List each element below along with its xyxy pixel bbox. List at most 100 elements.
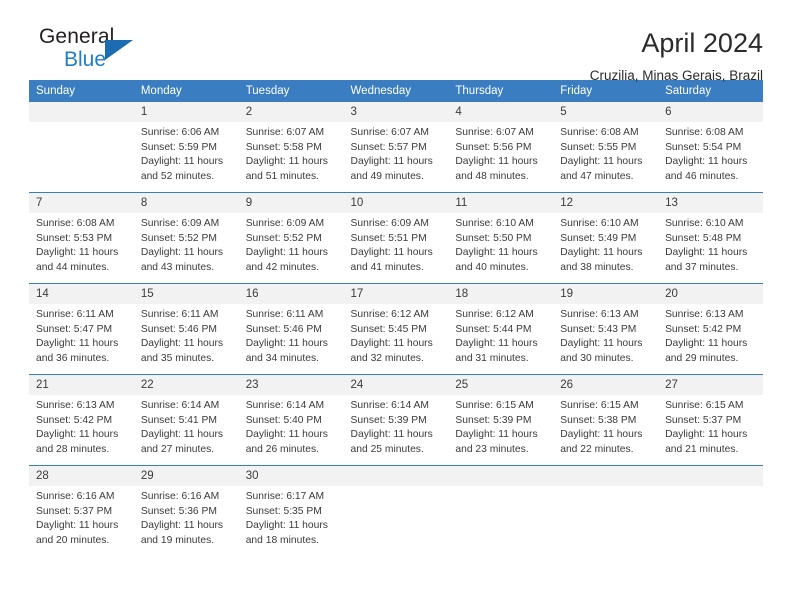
sunset-text: Sunset: 5:42 PM	[665, 323, 742, 335]
weekday-header-tuesday: Tuesday	[238, 80, 344, 102]
day-cell-inner	[553, 466, 659, 556]
day-details: Sunrise: 6:11 AM Sunset: 5:46 PM Daylight:…	[134, 304, 239, 366]
calendar-day-cell[interactable]: 10 Sunrise: 6:09 AM Sunset: 5:51 PM Dayligh…	[343, 192, 449, 284]
daylight-text-line1: Daylight: 11 hours	[455, 429, 538, 441]
sunrise-text: Sunrise: 6:12 AM	[350, 309, 429, 320]
sunrise-text: Sunrise: 6:11 AM	[36, 309, 114, 320]
day-number: 6	[658, 102, 763, 122]
sunrise-text: Sunrise: 6:10 AM	[560, 218, 639, 229]
calendar-day-cell[interactable]: 14 Sunrise: 6:11 AM Sunset: 5:47 PM Dayligh…	[29, 283, 134, 375]
sunrise-text: Sunrise: 6:07 AM	[245, 127, 325, 138]
day-details: Sunrise: 6:09 AM Sunset: 5:52 PM Daylight:…	[239, 213, 344, 275]
day-cell-inner: 5 Sunrise: 6:08 AM Sunset: 5:55 PM Daylight…	[553, 102, 659, 192]
sunrise-text: Sunrise: 6:14 AM	[245, 400, 325, 411]
calendar-day-cell[interactable]: 17 Sunrise: 6:12 AM Sunset: 5:45 PM Dayligh…	[343, 283, 449, 375]
calendar-day-cell[interactable]: 29 Sunrise: 6:16 AM Sunset: 5:36 PM Dayligh…	[133, 465, 239, 556]
calendar-day-cell[interactable]: 12 Sunrise: 6:10 AM Sunset: 5:49 PM Dayligh…	[553, 192, 659, 284]
daylight-text-line2: and 38 minutes.	[560, 261, 634, 273]
sunset-text: Sunset: 5:57 PM	[350, 141, 427, 153]
day-number: 2	[238, 102, 344, 122]
daylight-text-line1: Daylight: 11 hours	[245, 520, 328, 532]
sunrise-text: Sunrise: 6:17 AM	[245, 491, 325, 502]
day-details: Sunrise: 6:15 AM Sunset: 5:38 PM Daylight:…	[553, 395, 658, 457]
calendar-day-cell[interactable]: 21 Sunrise: 6:13 AM Sunset: 5:42 PM Dayligh…	[29, 374, 134, 466]
day-cell-inner: 10 Sunrise: 6:09 AM Sunset: 5:51 PM Dayligh…	[343, 193, 449, 283]
day-details: Sunrise: 6:12 AM Sunset: 5:44 PM Daylight:…	[448, 304, 553, 366]
calendar-day-cell[interactable]: 24 Sunrise: 6:14 AM Sunset: 5:39 PM Dayligh…	[343, 374, 449, 466]
daylight-text-line2: and 47 minutes.	[560, 170, 634, 182]
sunrise-text: Sunrise: 6:08 AM	[560, 127, 639, 138]
daylight-text-line1: Daylight: 11 hours	[560, 247, 643, 259]
day-cell-inner: 20 Sunrise: 6:13 AM Sunset: 5:42 PM Dayligh…	[658, 284, 763, 374]
calendar-day-cell[interactable]: 16 Sunrise: 6:11 AM Sunset: 5:46 PM Dayligh…	[238, 283, 344, 375]
sunset-text: Sunset: 5:47 PM	[36, 323, 113, 335]
calendar-day-cell[interactable]: 26 Sunrise: 6:15 AM Sunset: 5:38 PM Dayligh…	[553, 374, 659, 466]
sunrise-text: Sunrise: 6:16 AM	[140, 491, 220, 502]
calendar-day-cell[interactable]: 30 Sunrise: 6:17 AM Sunset: 5:35 PM Dayligh…	[238, 465, 344, 556]
calendar-day-cell[interactable]: 2 Sunrise: 6:07 AM Sunset: 5:58 PM Daylight…	[238, 102, 344, 193]
calendar-empty-cell	[553, 465, 659, 556]
sunset-text: Sunset: 5:56 PM	[455, 141, 532, 153]
sunrise-text: Sunrise: 6:11 AM	[140, 309, 219, 320]
weekday-header-monday: Monday	[133, 80, 239, 102]
sunset-text: Sunset: 5:52 PM	[140, 232, 217, 244]
day-cell-inner: 4 Sunrise: 6:07 AM Sunset: 5:56 PM Daylight…	[448, 102, 554, 192]
calendar-day-cell[interactable]: 23 Sunrise: 6:14 AM Sunset: 5:40 PM Dayligh…	[238, 374, 344, 466]
day-cell-inner: 13 Sunrise: 6:10 AM Sunset: 5:48 PM Dayligh…	[658, 193, 763, 283]
daylight-text-line1: Daylight: 11 hours	[665, 156, 748, 168]
calendar-day-cell[interactable]: 18 Sunrise: 6:12 AM Sunset: 5:44 PM Dayligh…	[448, 283, 554, 375]
calendar-day-cell[interactable]: 13 Sunrise: 6:10 AM Sunset: 5:48 PM Dayligh…	[658, 192, 763, 284]
calendar-day-cell[interactable]: 20 Sunrise: 6:13 AM Sunset: 5:42 PM Dayligh…	[658, 283, 763, 375]
day-number: 8	[133, 193, 239, 213]
daylight-text-line1: Daylight: 11 hours	[140, 429, 224, 441]
sunset-text: Sunset: 5:40 PM	[245, 414, 322, 426]
day-cell-inner: 12 Sunrise: 6:10 AM Sunset: 5:49 PM Dayligh…	[553, 193, 659, 283]
daylight-text-line2: and 37 minutes.	[665, 261, 739, 273]
calendar-day-cell[interactable]: 3 Sunrise: 6:07 AM Sunset: 5:57 PM Daylight…	[343, 102, 449, 193]
calendar-day-cell[interactable]: 5 Sunrise: 6:08 AM Sunset: 5:55 PM Daylight…	[553, 102, 659, 193]
calendar-day-cell[interactable]: 1 Sunrise: 6:06 AM Sunset: 5:59 PM Daylight…	[133, 102, 239, 193]
daylight-text-line1: Daylight: 11 hours	[140, 156, 224, 168]
sunrise-text: Sunrise: 6:15 AM	[665, 400, 744, 411]
sunset-text: Sunset: 5:46 PM	[245, 323, 322, 335]
sunrise-text: Sunrise: 6:14 AM	[350, 400, 429, 411]
daylight-text-line2: and 41 minutes.	[350, 261, 424, 273]
daylight-text-line2: and 23 minutes.	[455, 443, 529, 455]
calendar-day-cell[interactable]: 15 Sunrise: 6:11 AM Sunset: 5:46 PM Dayligh…	[133, 283, 239, 375]
calendar-day-cell[interactable]: 8 Sunrise: 6:09 AM Sunset: 5:52 PM Daylight…	[133, 192, 239, 284]
calendar-day-cell[interactable]: 9 Sunrise: 6:09 AM Sunset: 5:52 PM Daylight…	[238, 192, 344, 284]
daylight-text-line1: Daylight: 11 hours	[455, 338, 538, 350]
calendar-day-cell[interactable]: 27 Sunrise: 6:15 AM Sunset: 5:37 PM Dayligh…	[658, 374, 763, 466]
day-number: 12	[553, 193, 659, 213]
daylight-text-line2: and 43 minutes.	[140, 261, 215, 273]
calendar-day-cell[interactable]: 11 Sunrise: 6:10 AM Sunset: 5:50 PM Dayligh…	[448, 192, 554, 284]
brand-logo[interactable]: General Blue	[29, 26, 149, 78]
daylight-text-line2: and 35 minutes.	[140, 352, 215, 364]
calendar-day-cell[interactable]: 4 Sunrise: 6:07 AM Sunset: 5:56 PM Daylight…	[448, 102, 554, 193]
sunset-text: Sunset: 5:54 PM	[665, 141, 742, 153]
day-number: 10	[343, 193, 449, 213]
calendar-day-cell[interactable]: 22 Sunrise: 6:14 AM Sunset: 5:41 PM Dayligh…	[133, 374, 239, 466]
daylight-text-line1: Daylight: 11 hours	[36, 247, 119, 259]
calendar-day-cell[interactable]: 7 Sunrise: 6:08 AM Sunset: 5:53 PM Daylight…	[29, 192, 134, 284]
sunrise-text: Sunrise: 6:07 AM	[455, 127, 534, 138]
sunset-text: Sunset: 5:58 PM	[245, 141, 322, 153]
weekday-header-sunday: Sunday	[29, 80, 134, 102]
day-number: 19	[553, 284, 659, 304]
calendar-day-cell[interactable]: 28 Sunrise: 6:16 AM Sunset: 5:37 PM Dayligh…	[29, 465, 134, 556]
sunrise-text: Sunrise: 6:06 AM	[140, 127, 220, 138]
calendar-day-cell[interactable]: 19 Sunrise: 6:13 AM Sunset: 5:43 PM Dayligh…	[553, 283, 659, 375]
day-cell-inner: 7 Sunrise: 6:08 AM Sunset: 5:53 PM Daylight…	[29, 193, 134, 283]
day-number: 20	[658, 284, 763, 304]
sunset-text: Sunset: 5:48 PM	[665, 232, 742, 244]
day-number: 28	[29, 466, 134, 486]
daylight-text-line2: and 26 minutes.	[245, 443, 319, 455]
daylight-text-line2: and 25 minutes.	[350, 443, 424, 455]
day-cell-inner: 11 Sunrise: 6:10 AM Sunset: 5:50 PM Dayligh…	[448, 193, 554, 283]
daylight-text-line1: Daylight: 11 hours	[36, 520, 119, 532]
day-cell-inner: 18 Sunrise: 6:12 AM Sunset: 5:44 PM Dayligh…	[448, 284, 554, 374]
day-number	[553, 466, 659, 486]
calendar-day-cell[interactable]: 6 Sunrise: 6:08 AM Sunset: 5:54 PM Daylight…	[658, 102, 763, 193]
calendar-day-cell[interactable]: 25 Sunrise: 6:15 AM Sunset: 5:39 PM Dayligh…	[448, 374, 554, 466]
calendar-grid: Sunday Monday Tuesday Wednesday Thursday…	[29, 80, 763, 556]
